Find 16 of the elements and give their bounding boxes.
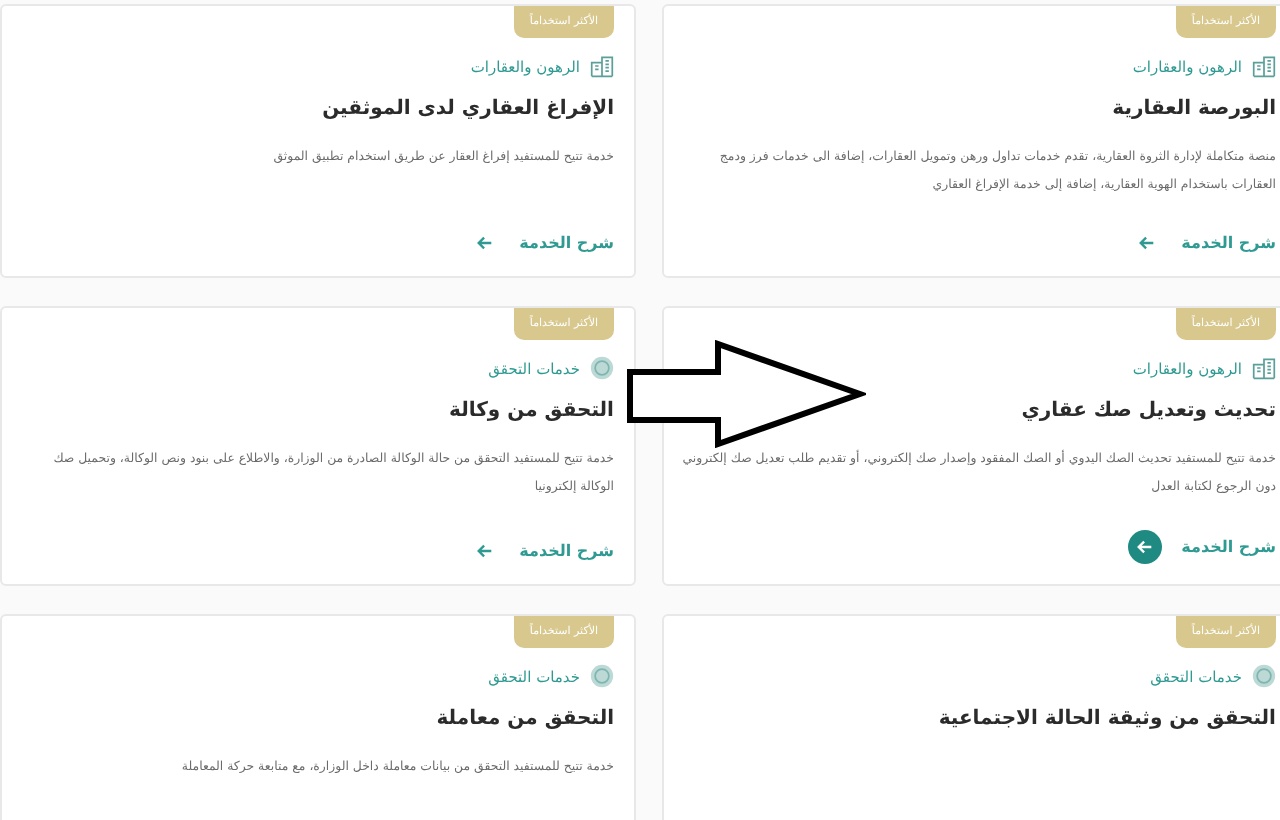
service-title: البورصة العقارية <box>1110 98 1276 120</box>
badge-check-icon <box>590 356 614 380</box>
service-info-link[interactable]: شرح الخدمة <box>519 233 614 251</box>
service-title: التحقق من معاملة <box>434 708 614 730</box>
building-icon <box>1252 356 1276 380</box>
service-title: تحديث وتعديل صك عقاري <box>1019 400 1276 422</box>
building-icon <box>590 54 614 78</box>
building-icon <box>1252 54 1276 78</box>
service-title: الإفراغ العقاري لدى الموثقين <box>320 98 614 120</box>
badge-check-icon <box>1252 664 1276 688</box>
service-info-link[interactable]: شرح الخدمة <box>519 541 614 559</box>
service-info-link[interactable]: شرح الخدمة <box>1181 538 1276 556</box>
badge-check-icon <box>590 664 614 688</box>
service-title: التحقق من وكالة <box>447 400 614 422</box>
service-info-link[interactable]: شرح الخدمة <box>1181 233 1276 251</box>
service-title: التحقق من وثيقة الحالة الاجتماعية <box>936 708 1276 730</box>
